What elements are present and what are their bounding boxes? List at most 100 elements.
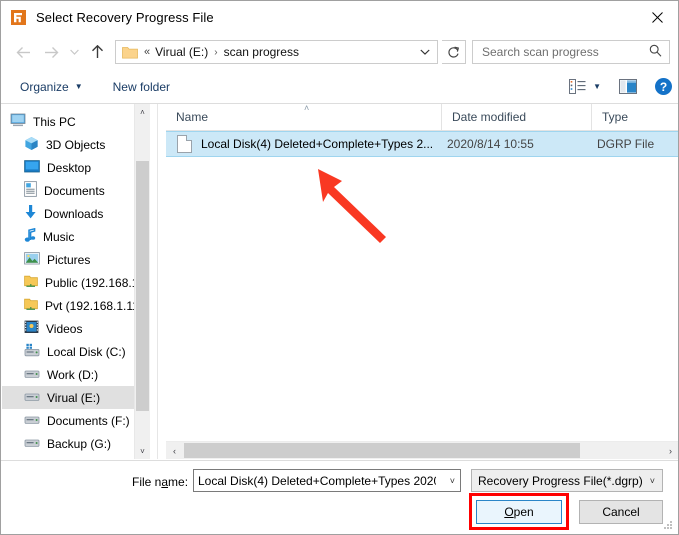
drive-icon bbox=[24, 437, 40, 451]
sidebar-item-label: This PC bbox=[33, 115, 76, 129]
network-folder-icon bbox=[24, 297, 38, 315]
scroll-up-icon[interactable]: ˄ bbox=[135, 104, 150, 120]
scroll-right-icon[interactable]: › bbox=[662, 442, 679, 459]
file-icon bbox=[177, 135, 192, 153]
cancel-button[interactable]: Cancel bbox=[579, 500, 663, 524]
view-mode-icon[interactable] bbox=[569, 79, 586, 94]
sidebar-item-work-d[interactable]: Work (D:) bbox=[2, 363, 150, 386]
drive-icon bbox=[24, 368, 40, 382]
open-button[interactable]: Open bbox=[476, 500, 562, 524]
close-icon[interactable] bbox=[634, 1, 679, 33]
back-icon[interactable] bbox=[9, 38, 37, 66]
filename-label-pre: File n bbox=[132, 475, 161, 489]
drive-icon bbox=[24, 391, 40, 405]
sidebar-item-label: Documents bbox=[44, 184, 105, 198]
videos-icon bbox=[24, 320, 39, 337]
sidebar-item-label: Virual (E:) bbox=[47, 391, 100, 405]
breadcrumb-separator-icon: › bbox=[214, 47, 217, 58]
filename-input[interactable]: Local Disk(4) Deleted+Complete+Types 202… bbox=[198, 474, 436, 488]
chevron-down-icon[interactable]: ˅ bbox=[650, 476, 655, 486]
sidebar-item-label: Downloads bbox=[44, 207, 103, 221]
filename-label-post: me: bbox=[168, 475, 188, 489]
command-bar: Organize ▼ New folder ▼ bbox=[1, 70, 679, 104]
file-date-cell: 2020/8/14 10:55 bbox=[447, 137, 534, 151]
command-bar-right: ▼ ? bbox=[569, 70, 672, 103]
file-list-horizontal-scrollbar[interactable]: ‹ › bbox=[166, 441, 679, 459]
scrollbar-thumb[interactable] bbox=[136, 161, 149, 411]
navigation-sidebar[interactable]: This PC 3D Objects Desktop Documents Downloa… bbox=[2, 104, 150, 459]
open-label-accel: O bbox=[504, 505, 513, 519]
sidebar-item-documents[interactable]: Documents bbox=[2, 179, 150, 202]
search-input[interactable] bbox=[480, 44, 644, 60]
sidebar-item-label: Desktop bbox=[47, 161, 91, 175]
sidebar-item-pvt-192-168-1-11[interactable]: Pvt (192.168.1.11 bbox=[2, 294, 150, 317]
title-bar: Select Recovery Progress File bbox=[1, 1, 679, 34]
sidebar-item-videos[interactable]: Videos bbox=[2, 317, 150, 340]
this-pc-icon bbox=[10, 113, 26, 131]
refresh-icon[interactable] bbox=[442, 40, 466, 64]
column-header-type-label: Type bbox=[592, 110, 628, 124]
address-bar[interactable]: « Virual (E:) › scan progress bbox=[115, 40, 438, 64]
sidebar-item-this-pc[interactable]: This PC bbox=[2, 110, 150, 133]
sidebar-item-virual-e[interactable]: Virual (E:) bbox=[2, 386, 150, 409]
sidebar-item-label: Documents (F:) bbox=[47, 414, 130, 428]
breadcrumb-segment-folder[interactable]: scan progress bbox=[224, 45, 299, 59]
forward-icon[interactable] bbox=[37, 38, 65, 66]
sidebar-item-music[interactable]: Music bbox=[2, 225, 150, 248]
chevron-down-icon[interactable] bbox=[417, 41, 433, 63]
recent-locations-icon[interactable] bbox=[65, 38, 83, 66]
up-icon[interactable] bbox=[83, 38, 111, 66]
sidebar-item-desktop[interactable]: Desktop bbox=[2, 156, 150, 179]
sidebar-scrollbar[interactable]: ˄ ˅ bbox=[134, 104, 150, 459]
app-logo-icon bbox=[10, 9, 27, 26]
sidebar-item-label: Public (192.168.1 bbox=[45, 276, 138, 290]
file-picker-dialog: Select Recovery Progress File bbox=[0, 0, 679, 535]
new-folder-button[interactable]: New folder bbox=[107, 75, 176, 99]
pane-divider[interactable] bbox=[157, 104, 158, 459]
preview-pane-icon[interactable] bbox=[619, 79, 637, 94]
3d-objects-icon bbox=[24, 136, 39, 154]
chevron-down-icon: ▼ bbox=[75, 82, 83, 91]
column-header-date-modified[interactable]: Date modified bbox=[441, 104, 591, 130]
sidebar-item-downloads[interactable]: Downloads bbox=[2, 202, 150, 225]
help-icon[interactable]: ? bbox=[655, 78, 672, 95]
sidebar-item-documents-f[interactable]: Documents (F:) bbox=[2, 409, 150, 432]
column-header-type[interactable]: Type bbox=[591, 104, 679, 130]
breadcrumb-segment-drive[interactable]: Virual (E:) bbox=[155, 45, 208, 59]
breadcrumb-overflow[interactable]: « bbox=[144, 46, 150, 58]
sidebar-item-label: 3D Objects bbox=[46, 138, 105, 152]
filename-combobox[interactable]: Local Disk(4) Deleted+Complete+Types 202… bbox=[193, 469, 461, 492]
folder-icon bbox=[122, 45, 138, 59]
column-header-row: Name ˄ Date modified Type bbox=[166, 104, 679, 131]
column-header-date-label: Date modified bbox=[442, 110, 526, 124]
network-folder-icon bbox=[24, 274, 38, 292]
downloads-icon bbox=[24, 204, 37, 223]
file-type-cell: DGRP File bbox=[597, 137, 654, 151]
search-box[interactable] bbox=[472, 40, 670, 64]
file-type-filter-value: Recovery Progress File(*.dgrp) bbox=[478, 474, 643, 488]
search-icon[interactable] bbox=[649, 44, 662, 60]
file-type-filter-combobox[interactable]: Recovery Progress File(*.dgrp) ˅ bbox=[471, 469, 663, 492]
table-row[interactable]: Local Disk(4) Deleted+Complete+Types 2..… bbox=[166, 131, 679, 157]
chevron-down-icon[interactable]: ˅ bbox=[450, 476, 455, 486]
sidebar-item-public-192-168-1[interactable]: Public (192.168.1 bbox=[2, 271, 150, 294]
chevron-down-icon[interactable]: ▼ bbox=[593, 82, 601, 91]
sidebar-item-local-disk-c[interactable]: Local Disk (C:) bbox=[2, 340, 150, 363]
scroll-down-icon[interactable]: ˅ bbox=[135, 443, 150, 459]
sidebar-item-label: Videos bbox=[46, 322, 82, 336]
sidebar-item-label: Music bbox=[43, 230, 74, 244]
scrollbar-thumb[interactable] bbox=[184, 443, 580, 458]
sidebar-item-label: Work (D:) bbox=[47, 368, 98, 382]
sidebar-item-pictures[interactable]: Pictures bbox=[2, 248, 150, 271]
file-name-cell: Local Disk(4) Deleted+Complete+Types 2..… bbox=[201, 137, 444, 151]
sidebar-item-list: This PC 3D Objects Desktop Documents Downloa… bbox=[2, 104, 150, 455]
window-title: Select Recovery Progress File bbox=[36, 10, 214, 25]
scroll-left-icon[interactable]: ‹ bbox=[166, 442, 183, 459]
column-header-name-label: Name bbox=[166, 110, 208, 124]
organize-button[interactable]: Organize ▼ bbox=[14, 75, 89, 99]
sidebar-item-3d-objects[interactable]: 3D Objects bbox=[2, 133, 150, 156]
filename-label: File name: bbox=[132, 475, 188, 489]
column-header-name[interactable]: Name ˄ bbox=[166, 104, 441, 130]
resize-grip-icon[interactable] bbox=[663, 520, 674, 531]
sidebar-item-backup-g[interactable]: Backup (G:) bbox=[2, 432, 150, 455]
